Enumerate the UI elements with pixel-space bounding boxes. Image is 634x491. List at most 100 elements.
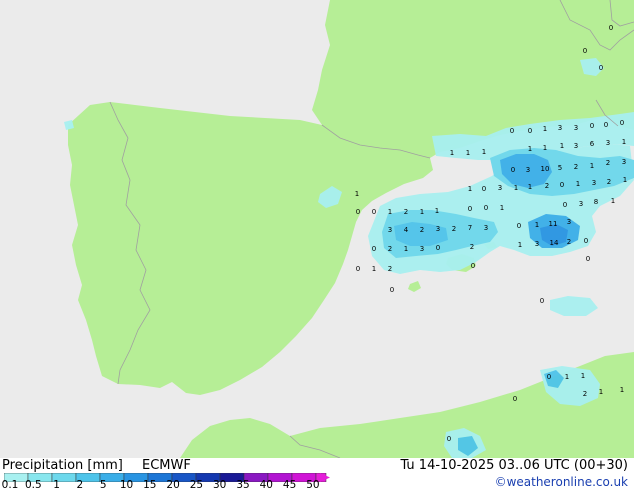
precip-value: 3 [420, 245, 424, 253]
precip-value: 0 [390, 286, 394, 294]
legend-tick-label: 20 [166, 479, 180, 491]
precip-value: 14 [550, 239, 559, 247]
legend-tick-label: 1 [53, 479, 60, 491]
precip-value: 0 [547, 373, 551, 381]
legend-title: Precipitation [mm] [2, 458, 123, 473]
precip-value: 0 [356, 208, 360, 216]
precip-value: 0 [590, 122, 594, 130]
precip-value: 1 [514, 184, 518, 192]
precip-value: 3 [606, 139, 610, 147]
precip-value: 1 [535, 221, 539, 229]
precip-value: 2 [404, 208, 408, 216]
precip-value: 2 [470, 243, 474, 251]
precip-value: 2 [607, 178, 611, 186]
legend-tick-label: 50 [306, 479, 320, 491]
precip-value: 1 [404, 245, 408, 253]
precip-value: 3 [498, 184, 502, 192]
precip-value: 11 [549, 220, 558, 228]
precip-value: 0 [482, 185, 486, 193]
precip-value: 0 [447, 435, 451, 443]
precip-value: 1 [565, 373, 569, 381]
precip-value: 1 [560, 142, 564, 150]
precip-value: 3 [574, 124, 578, 132]
precip-value: 1 [590, 162, 594, 170]
precip-value: 1 [482, 148, 486, 156]
precip-value: 0 [436, 244, 440, 252]
precip-value: 0 [356, 265, 360, 273]
precip-value: 2 [545, 182, 549, 190]
precip-value: 3 [558, 124, 562, 132]
precip-value: 1 [528, 145, 532, 153]
precip-value: 1 [528, 183, 532, 191]
precip-value: 1 [518, 241, 522, 249]
precip-value: 1 [599, 388, 603, 396]
legend-tick-label: 0.1 [1, 479, 19, 491]
precip-value: 3 [388, 226, 392, 234]
precip-value: 1 [420, 208, 424, 216]
precip-value: 3 [535, 240, 539, 248]
precip-value: 1 [611, 197, 615, 205]
precipitation-map: 0 0 1 3 3 0 0 0 1 1 1 1 1 1 3 6 3 1 0 3 10 5 2 1 2 3 1 0 3 1 1 2 0 1 3 2 1 1 0… [0, 0, 634, 458]
legend-tick-label: 25 [189, 479, 204, 491]
precip-value: 0 [586, 255, 590, 263]
map-canvas: 0 0 1 3 3 0 0 01 1 1 1 1 1 3 6 3 10 3 10 5 2 1 2 31 0 3 1 1 2 0 1 3 2 110… [0, 0, 634, 458]
precip-value: 0 [583, 47, 587, 55]
precip-value: 2 [420, 226, 424, 234]
precip-value: 1 [543, 144, 547, 152]
precip-value: 1 [450, 149, 454, 157]
precip-value: 1 [468, 185, 472, 193]
precip-value: 3 [574, 142, 578, 150]
precip-value: 1 [388, 208, 392, 216]
precip-value: 0 [468, 205, 472, 213]
legend-model: ECMWF [142, 458, 191, 473]
precip-value: 3 [579, 200, 583, 208]
precip-value: 0 [563, 201, 567, 209]
precip-value: 2 [452, 225, 456, 233]
precip-value: 1 [500, 204, 504, 212]
precip-value: 2 [388, 245, 392, 253]
legend-tick-label: 40 [259, 479, 273, 491]
precip-value: 7 [468, 224, 472, 232]
precip-value: 3 [484, 224, 488, 232]
precip-value: 1 [466, 149, 470, 157]
precip-value: 2 [583, 390, 587, 398]
precip-value: 0 [511, 166, 515, 174]
legend-tick-label: 35 [236, 479, 250, 491]
legend-ticks: 0.1 0.5 1 2 5 10 15 20 25 30 35 40 45 50 [0, 479, 330, 491]
precip-value: 1 [581, 372, 585, 380]
precip-value: 1 [623, 176, 627, 184]
precip-value: 6 [590, 140, 595, 148]
precip-value: 5 [558, 164, 562, 172]
precip-value: 1 [622, 138, 626, 146]
legend-tick-label: 10 [119, 479, 134, 491]
legend-tick-label: 30 [213, 479, 227, 491]
precip-value: 0 [609, 24, 613, 32]
precip-value: 0 [513, 395, 517, 403]
precip-value: 0 [471, 262, 475, 270]
precip-value: 0 [560, 181, 564, 189]
precip-value: 0 [599, 64, 603, 72]
precip-value: 2 [574, 163, 578, 171]
precip-value: 1 [372, 265, 376, 273]
precip-value: 0 [484, 204, 488, 212]
credit-link[interactable]: ©weatheronline.co.uk [495, 475, 628, 489]
precip-value: 3 [622, 158, 626, 166]
precip-value: 1 [355, 190, 359, 198]
legend-tick-label: 2 [76, 479, 84, 491]
precip-value: 0 [510, 127, 514, 135]
precip-value: 3 [592, 179, 596, 187]
precip-value: 1 [543, 125, 547, 133]
precip-value: 3 [567, 218, 571, 226]
legend-tick-label: 0.5 [24, 479, 42, 491]
precip-value: 1 [576, 180, 580, 188]
precip-value: 0 [517, 222, 521, 230]
precip-value: 8 [594, 198, 598, 206]
legend-tick-label: 15 [143, 479, 157, 491]
precip-value: 2 [567, 238, 571, 246]
precip-value: 0 [620, 119, 624, 127]
precip-value: 0 [528, 127, 532, 135]
precip-value: 0 [540, 297, 544, 305]
precip-value: 1 [435, 207, 439, 215]
precip-value: 10 [541, 165, 550, 173]
legend-tick-label: 45 [282, 479, 297, 491]
